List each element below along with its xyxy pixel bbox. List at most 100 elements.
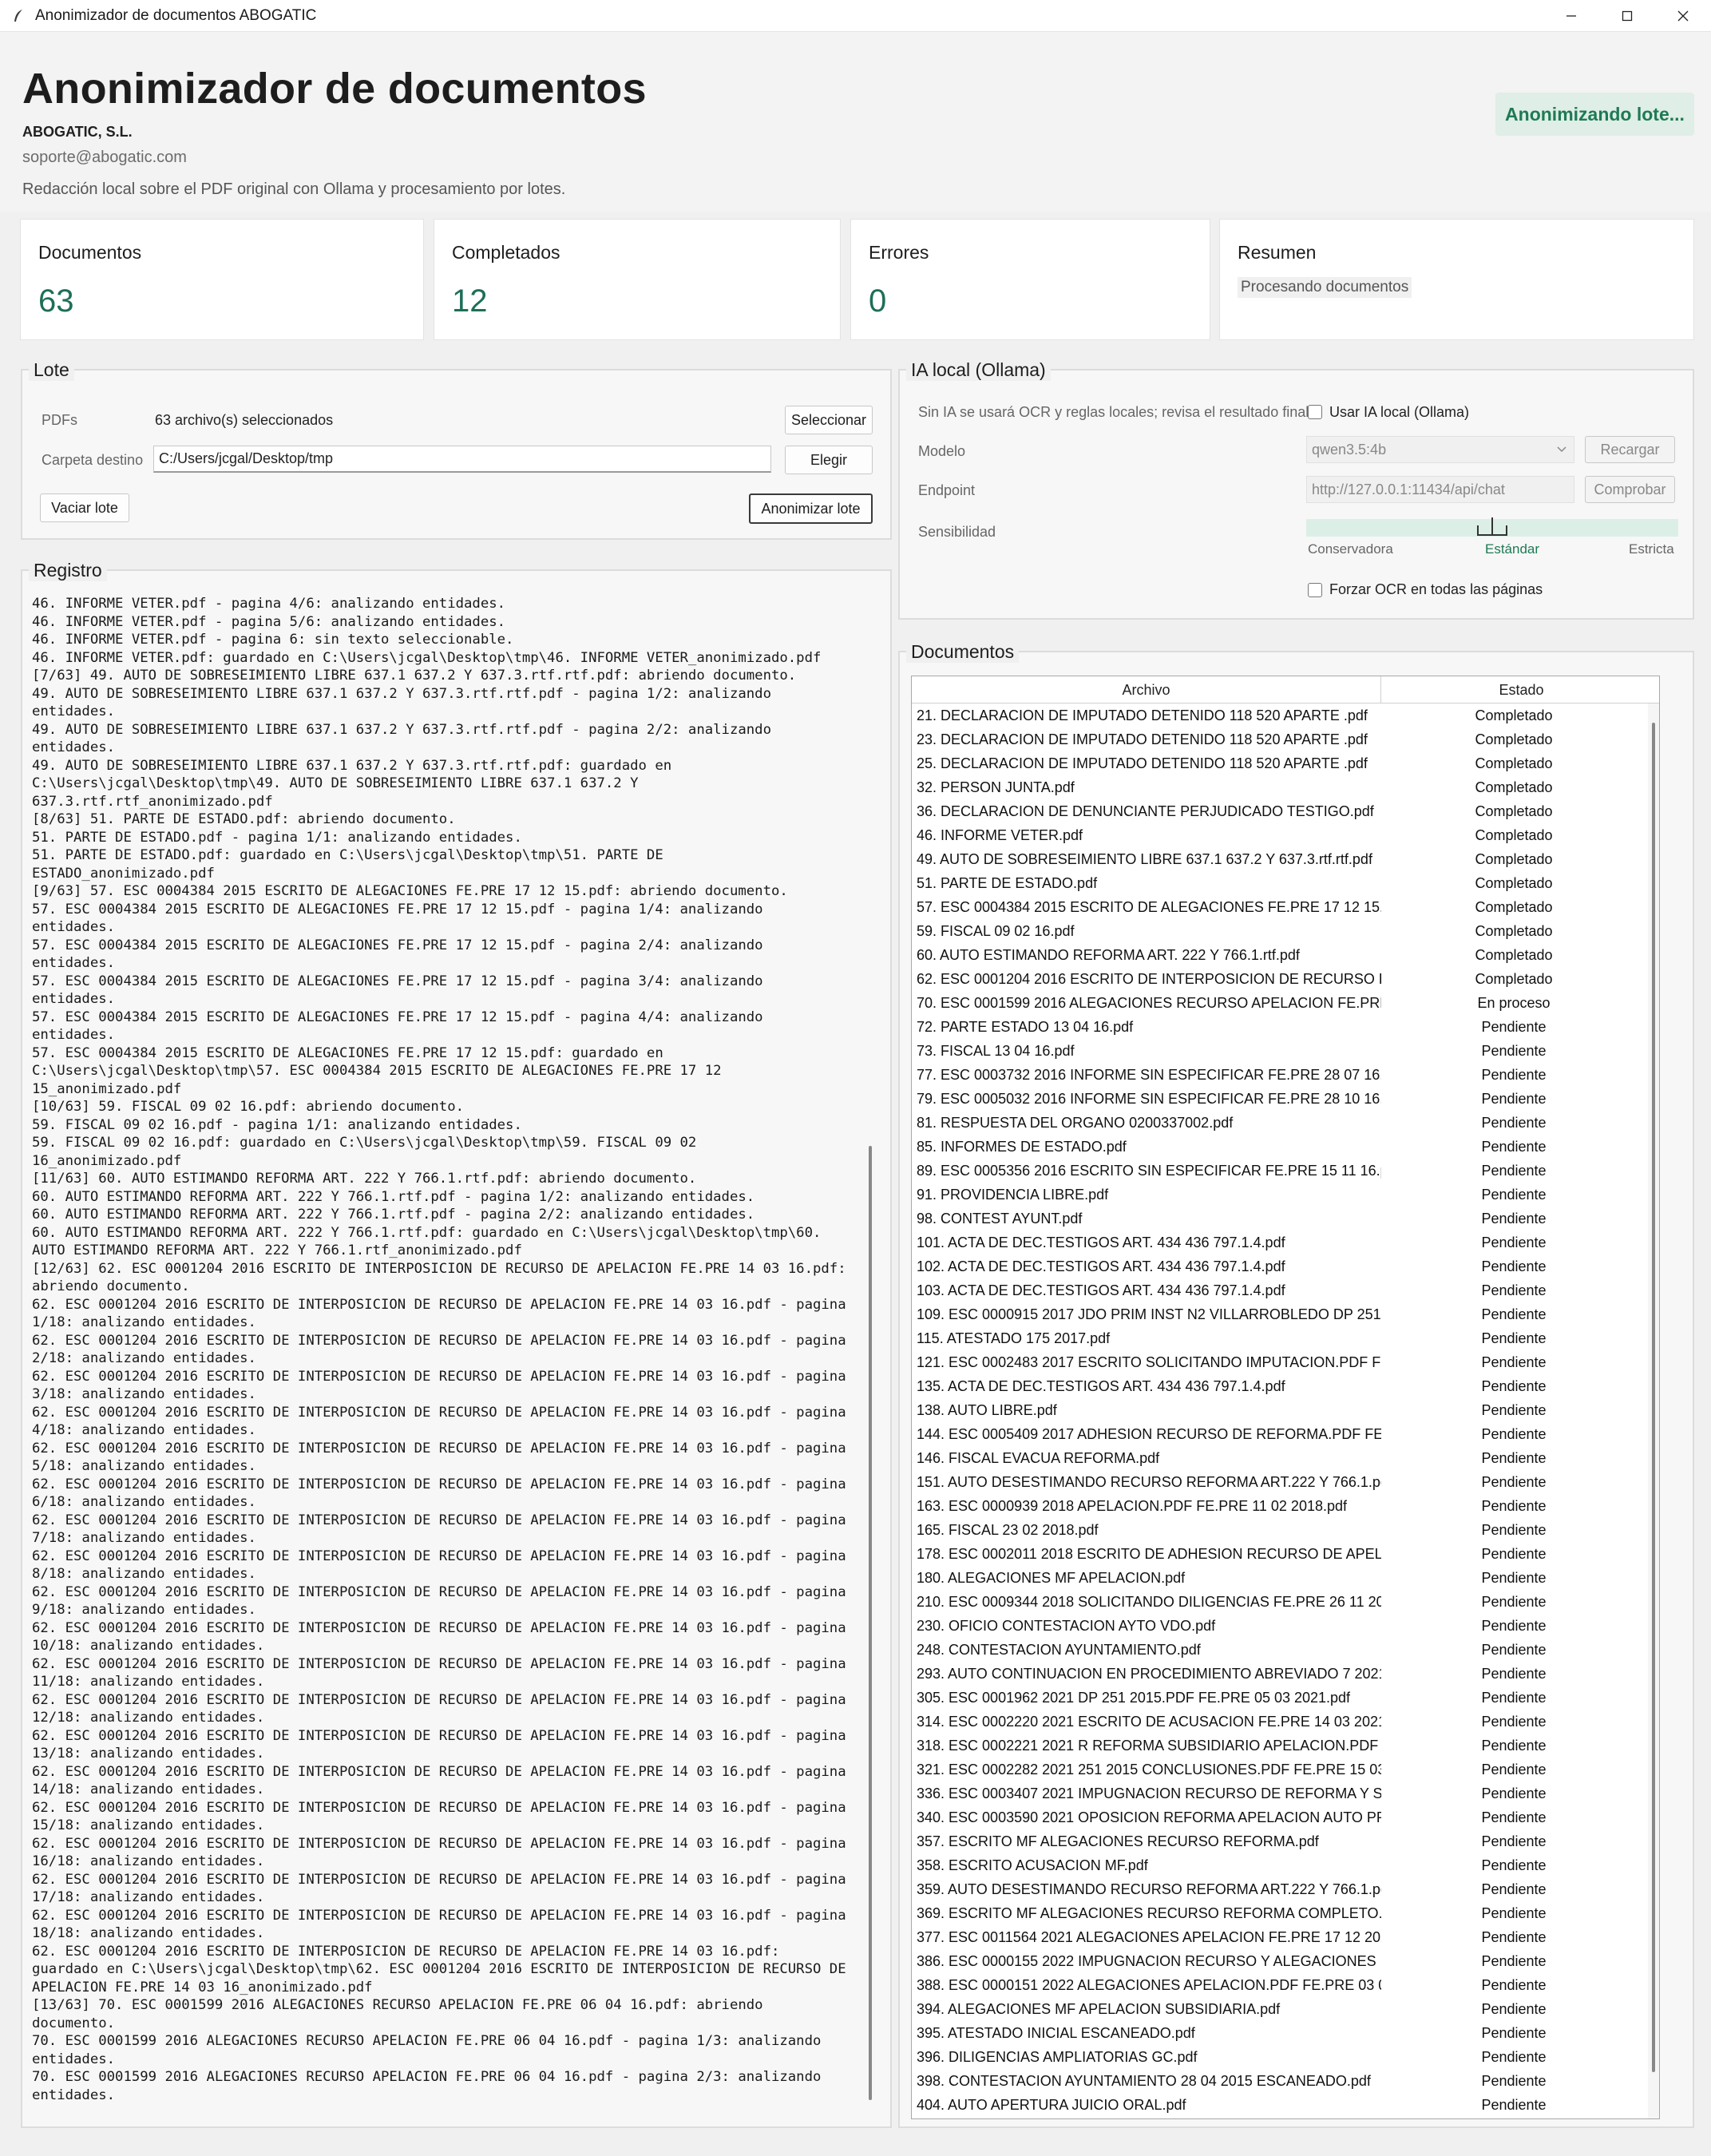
- table-row[interactable]: 98. CONTEST AYUNT.pdf Pendiente: [912, 1207, 1646, 1231]
- table-row[interactable]: 369. ESCRITO MF ALEGACIONES RECURSO REFO…: [912, 1901, 1646, 1925]
- endpoint-input[interactable]: http://127.0.0.1:11434/api/chat: [1306, 476, 1574, 503]
- table-row[interactable]: 101. ACTA DE DEC.TESTIGOS ART. 434 436 7…: [912, 1231, 1646, 1254]
- file-name-cell: 336. ESC 0003407 2021 IMPUGNACION RECURS…: [917, 1785, 1381, 1801]
- status-cell: Pendiente: [1481, 1114, 1547, 1131]
- status-cell: Pendiente: [1481, 1306, 1547, 1322]
- log-line: entidades.: [32, 919, 116, 935]
- table-row[interactable]: 70. ESC 0001599 2016 ALEGACIONES RECURSO…: [912, 991, 1646, 1015]
- model-select[interactable]: qwen3.5:4b: [1306, 436, 1574, 463]
- table-row[interactable]: 151. AUTO DESESTIMANDO RECURSO REFORMA A…: [912, 1470, 1646, 1494]
- table-row[interactable]: 340. ESC 0003590 2021 OPOSICION REFORMA …: [912, 1805, 1646, 1829]
- table-row[interactable]: 73. FISCAL 13 04 16.pdf Pendiente: [912, 1039, 1646, 1063]
- table-row[interactable]: 49. AUTO DE SOBRESEIMIENTO LIBRE 637.1 6…: [912, 847, 1646, 871]
- table-row[interactable]: 138. AUTO LIBRE.pdf Pendiente: [912, 1398, 1646, 1422]
- table-row[interactable]: 91. PROVIDENCIA LIBRE.pdf Pendiente: [912, 1183, 1646, 1207]
- table-row[interactable]: 336. ESC 0003407 2021 IMPUGNACION RECURS…: [912, 1781, 1646, 1805]
- table-row[interactable]: 180. ALEGACIONES MF APELACION.pdf Pendien…: [912, 1566, 1646, 1590]
- table-row[interactable]: 51. PARTE DE ESTADO.pdf Completado: [912, 871, 1646, 895]
- table-row[interactable]: 230. OFICIO CONTESTACION AYTO VDO.pdf Pen…: [912, 1614, 1646, 1638]
- table-scroll-thumb[interactable]: [1652, 723, 1655, 2072]
- maximize-icon: [1622, 10, 1633, 22]
- table-row[interactable]: 305. ESC 0001962 2021 DP 251 2015.PDF FE…: [912, 1686, 1646, 1710]
- table-row[interactable]: 81. RESPUESTA DEL ORGANO 0200337002.pdf P…: [912, 1111, 1646, 1135]
- table-row[interactable]: 318. ESC 0002221 2021 R REFORMA SUBSIDIA…: [912, 1734, 1646, 1758]
- table-row[interactable]: 210. ESC 0009344 2018 SOLICITANDO DILIGE…: [912, 1590, 1646, 1614]
- app-description: Redacción local sobre el PDF original co…: [22, 180, 566, 198]
- table-row[interactable]: 36. DECLARACION DE DENUNCIANTE PERJUDICA…: [912, 799, 1646, 823]
- file-name-cell: 395. ATESTADO INICIAL ESCANEADO.pdf: [917, 2024, 1195, 2041]
- table-row[interactable]: 23. DECLARACION DE IMPUTADO DETENIDO 118…: [912, 727, 1646, 751]
- sensitivity-slider[interactable]: [1306, 517, 1678, 537]
- maximize-button[interactable]: [1599, 0, 1655, 32]
- table-row[interactable]: 377. ESC 0011564 2021 ALEGACIONES APELAC…: [912, 1925, 1646, 1949]
- table-row[interactable]: 395. ATESTADO INICIAL ESCANEADO.pdf Pendi…: [912, 2021, 1646, 2045]
- table-row[interactable]: 59. FISCAL 09 02 16.pdf Completado: [912, 919, 1646, 943]
- table-row[interactable]: 146. FISCAL EVACUA REFORMA.pdf Pendiente: [912, 1446, 1646, 1470]
- table-row[interactable]: 359. AUTO DESESTIMANDO RECURSO REFORMA A…: [912, 1877, 1646, 1901]
- table-row[interactable]: 404. AUTO APERTURA JUICIO ORAL.pdf Pendie…: [912, 2093, 1646, 2117]
- log-output[interactable]: 46. INFORME VETER.pdf - pagina 4/6: anal…: [32, 595, 862, 2112]
- status-cell: Completado: [1475, 707, 1553, 723]
- table-row[interactable]: 165. FISCAL 23 02 2018.pdf Pendiente: [912, 1518, 1646, 1542]
- log-scroll-thumb[interactable]: [869, 1146, 872, 2100]
- log-line: 62. ESC 0001204 2016 ESCRITO DE INTERPOS…: [32, 1548, 846, 1564]
- table-row[interactable]: 314. ESC 0002220 2021 ESCRITO DE ACUSACI…: [912, 1710, 1646, 1734]
- table-row[interactable]: 321. ESC 0002282 2021 251 2015 CONCLUSIO…: [912, 1758, 1646, 1781]
- force-ocr-checkbox[interactable]: [1308, 583, 1322, 597]
- table-row[interactable]: 396. DILIGENCIAS AMPLIATORIAS GC.pdf Pend…: [912, 2045, 1646, 2069]
- table-row[interactable]: 394. ALEGACIONES MF APELACION SUBSIDIARI…: [912, 1997, 1646, 2021]
- table-row[interactable]: 103. ACTA DE DEC.TESTIGOS ART. 434 436 7…: [912, 1278, 1646, 1302]
- slider-handle[interactable]: [1476, 517, 1508, 537]
- table-row[interactable]: 388. ESC 0000151 2022 ALEGACIONES APELAC…: [912, 1973, 1646, 1997]
- table-row[interactable]: 57. ESC 0004384 2015 ESCRITO DE ALEGACIO…: [912, 895, 1646, 919]
- log-scrollbar[interactable]: [865, 595, 876, 2112]
- table-row[interactable]: 398. CONTESTACION AYUNTAMIENTO 28 04 201…: [912, 2069, 1646, 2093]
- table-scrollbar[interactable]: [1648, 703, 1659, 2118]
- status-cell: Pendiente: [1481, 1186, 1547, 1203]
- table-row[interactable]: 178. ESC 0002011 2018 ESCRITO DE ADHESIO…: [912, 1542, 1646, 1566]
- table-row[interactable]: 32. PERSON JUNTA.pdf Completado: [912, 775, 1646, 799]
- status-cell: Pendiente: [1481, 1497, 1547, 1514]
- table-row[interactable]: 60. AUTO ESTIMANDO REFORMA ART. 222 Y 76…: [912, 943, 1646, 967]
- use-ia-checkbox[interactable]: [1308, 405, 1322, 419]
- table-row[interactable]: 21. DECLARACION DE IMPUTADO DETENIDO 118…: [912, 703, 1646, 727]
- table-row[interactable]: 85. INFORMES DE ESTADO.pdf Pendiente: [912, 1135, 1646, 1159]
- table-row[interactable]: 102. ACTA DE DEC.TESTIGOS ART. 434 436 7…: [912, 1254, 1646, 1278]
- choose-folder-button[interactable]: Elegir: [785, 446, 873, 474]
- select-pdfs-button[interactable]: Seleccionar: [785, 406, 873, 434]
- table-row[interactable]: 77. ESC 0003732 2016 INFORME SIN ESPECIF…: [912, 1063, 1646, 1087]
- table-row[interactable]: 144. ESC 0005409 2017 ADHESION RECURSO D…: [912, 1422, 1646, 1446]
- table-row[interactable]: 386. ESC 0000155 2022 IMPUGNACION RECURS…: [912, 1949, 1646, 1973]
- log-line: 62. ESC 0001204 2016 ESCRITO DE INTERPOS…: [32, 1440, 846, 1456]
- status-cell: Pendiente: [1481, 1617, 1547, 1634]
- page-title: Anonimizador de documentos: [22, 65, 647, 113]
- table-row[interactable]: 109. ESC 0000915 2017 JDO PRIM INST N2 V…: [912, 1302, 1646, 1326]
- table-row[interactable]: 121. ESC 0002483 2017 ESCRITO SOLICITAND…: [912, 1350, 1646, 1374]
- log-line: 18/18: analizando entidades.: [32, 1925, 265, 1941]
- table-row[interactable]: 357. ESCRITO MF ALEGACIONES RECURSO REFO…: [912, 1829, 1646, 1853]
- table-row[interactable]: 25. DECLARACION DE IMPUTADO DETENIDO 118…: [912, 751, 1646, 775]
- close-button[interactable]: [1655, 0, 1711, 32]
- check-endpoint-button[interactable]: Comprobar: [1585, 476, 1675, 503]
- column-header-estado[interactable]: Estado: [1382, 676, 1659, 703]
- table-row[interactable]: 248. CONTESTACION AYUNTAMIENTO.pdf Pendie…: [912, 1638, 1646, 1662]
- table-row[interactable]: 79. ESC 0005032 2016 INFORME SIN ESPECIF…: [912, 1087, 1646, 1111]
- table-row[interactable]: 163. ESC 0000939 2018 APELACION.PDF FE.P…: [912, 1494, 1646, 1518]
- file-name-cell: 248. CONTESTACION AYUNTAMIENTO.pdf: [917, 1641, 1201, 1658]
- minimize-button[interactable]: [1543, 0, 1599, 32]
- anonymize-batch-button[interactable]: Anonimizar lote: [749, 493, 873, 524]
- log-line: documento.: [32, 2015, 116, 2031]
- table-row[interactable]: 46. INFORME VETER.pdf Completado: [912, 823, 1646, 847]
- clear-batch-button[interactable]: Vaciar lote: [40, 493, 129, 522]
- table-row[interactable]: 358. ESCRITO ACUSACION MF.pdf Pendiente: [912, 1853, 1646, 1877]
- dest-folder-input[interactable]: C:/Users/jcgal/Desktop/tmp: [153, 446, 771, 473]
- reload-models-button[interactable]: Recargar: [1585, 436, 1675, 463]
- table-row[interactable]: 135. ACTA DE DEC.TESTIGOS ART. 434 436 7…: [912, 1374, 1646, 1398]
- log-line: 57. ESC 0004384 2015 ESCRITO DE ALEGACIO…: [32, 973, 763, 989]
- table-row[interactable]: 62. ESC 0001204 2016 ESCRITO DE INTERPOS…: [912, 967, 1646, 991]
- column-header-archivo[interactable]: Archivo: [912, 676, 1381, 703]
- table-row[interactable]: 72. PARTE ESTADO 13 04 16.pdf Pendiente: [912, 1015, 1646, 1039]
- table-row[interactable]: 293. AUTO CONTINUACION EN PROCEDIMIENTO …: [912, 1662, 1646, 1686]
- table-row[interactable]: 89. ESC 0005356 2016 ESCRITO SIN ESPECIF…: [912, 1159, 1646, 1183]
- table-row[interactable]: 115. ATESTADO 175 2017.pdf Pendiente: [912, 1326, 1646, 1350]
